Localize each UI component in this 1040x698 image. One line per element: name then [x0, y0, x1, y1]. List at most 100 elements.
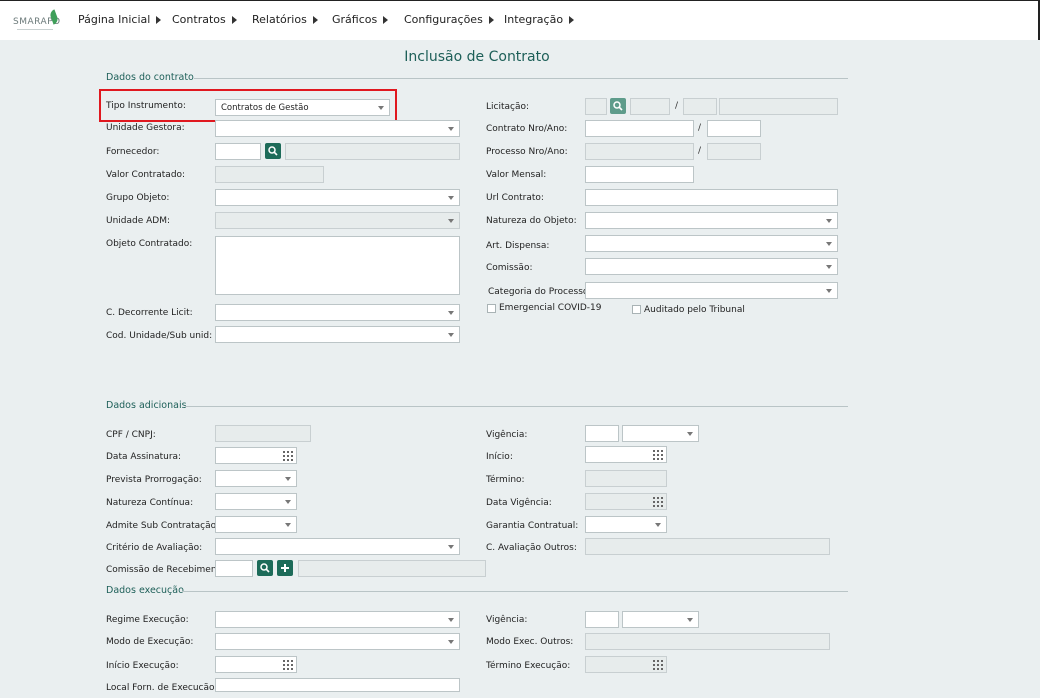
- label-auditado-tribunal: Auditado pelo Tribunal: [644, 305, 745, 315]
- calendar-icon: [653, 497, 663, 507]
- caret-right-icon: [488, 16, 494, 24]
- data-assinatura-input[interactable]: [215, 447, 297, 464]
- art-dispensa-select[interactable]: [585, 235, 838, 252]
- search-icon: [268, 146, 278, 156]
- label-termino: Término:: [486, 475, 525, 485]
- calendar-icon[interactable]: [283, 660, 293, 670]
- menu-label: Relatórios: [252, 13, 307, 26]
- emergencial-covid-checkbox[interactable]: [487, 304, 496, 313]
- comissao-recebimento-input[interactable]: [215, 560, 253, 577]
- licitacao-desc-field: [719, 98, 838, 115]
- modo-execucao-select[interactable]: [215, 633, 460, 650]
- label-unidade-adm: Unidade ADM:: [106, 216, 171, 226]
- label-modo-exec-outros: Modo Exec. Outros:: [486, 637, 574, 647]
- search-icon: [613, 101, 623, 111]
- criterio-avaliacao-select[interactable]: [215, 538, 460, 555]
- label-c-decorrente: C. Decorrente Licit:: [106, 308, 193, 318]
- comissao-add-button[interactable]: [277, 560, 293, 576]
- caret-right-icon: [231, 16, 237, 24]
- label-inicio: Início:: [486, 452, 513, 462]
- label-admite-sub: Admite Sub Contratação:: [106, 521, 220, 531]
- fornecedor-search-button[interactable]: [265, 143, 281, 159]
- label-criterio-avaliacao: Critério de Avaliação:: [106, 543, 203, 553]
- page-title: Inclusão de Contrato: [404, 49, 550, 65]
- licitacao-ano-field: [683, 98, 717, 115]
- auditado-tribunal-checkbox[interactable]: [632, 305, 641, 314]
- slash-separator: /: [698, 146, 702, 156]
- regime-execucao-select[interactable]: [215, 611, 460, 628]
- caret-right-icon: [156, 16, 162, 24]
- c-avaliacao-outros-field: [585, 538, 830, 555]
- label-prevista-prorrogacao: Prevista Prorrogação:: [106, 475, 202, 485]
- smarapd-logo[interactable]: SMARAPD: [13, 9, 61, 32]
- comissao-search-button[interactable]: [257, 560, 273, 576]
- licitacao-code-field: [585, 98, 607, 115]
- licitacao-numero-field: [630, 98, 670, 115]
- processo-ano-field: [707, 143, 761, 160]
- vigencia-execucao-unit-select[interactable]: [622, 611, 699, 628]
- natureza-objeto-select[interactable]: [585, 212, 838, 229]
- menu-configuracoes[interactable]: Configurações: [404, 13, 494, 29]
- licitacao-search-button[interactable]: [610, 98, 626, 114]
- slash-separator: /: [675, 101, 679, 111]
- objeto-contratado-textarea[interactable]: [215, 236, 460, 295]
- label-local-forn: Local Forn. de Execucão:: [106, 683, 218, 693]
- menu-graficos[interactable]: Gráficos: [332, 13, 389, 29]
- menu-pagina-inicial[interactable]: Página Inicial: [78, 13, 162, 29]
- menu-contratos[interactable]: Contratos: [172, 13, 237, 29]
- inicio-date-input[interactable]: [585, 446, 667, 463]
- valor-contratado-field: [215, 166, 324, 183]
- label-categoria-processo: Categoria do Processo:: [488, 287, 592, 297]
- url-contrato-input[interactable]: [585, 189, 838, 206]
- admite-sub-select[interactable]: [215, 516, 297, 533]
- label-url-contrato: Url Contrato:: [486, 193, 544, 203]
- vigencia-execucao-input[interactable]: [585, 611, 619, 628]
- label-emergencial-covid: Emergencial COVID-19: [499, 303, 602, 313]
- label-fornecedor: Fornecedor:: [106, 147, 160, 157]
- label-art-dispensa: Art. Dispensa:: [486, 241, 550, 251]
- contrato-nro-input[interactable]: [585, 120, 694, 137]
- unidade-adm-select[interactable]: [215, 212, 460, 229]
- calendar-icon[interactable]: [653, 450, 663, 460]
- menu-label: Gráficos: [332, 13, 378, 26]
- label-contrato-nro: Contrato Nro/Ano:: [486, 124, 568, 134]
- local-forn-input[interactable]: [215, 678, 460, 692]
- menu-integracao[interactable]: Integração: [504, 13, 575, 29]
- label-vigencia: Vigência:: [486, 430, 528, 440]
- label-termino-execucao: Término Execução:: [486, 661, 571, 671]
- label-objeto-contratado: Objeto Contratado:: [106, 239, 193, 249]
- label-comissao: Comissão:: [486, 263, 533, 273]
- search-icon: [260, 563, 270, 573]
- label-natureza-continua: Natureza Contínua:: [106, 498, 194, 508]
- label-unidade-gestora: Unidade Gestora:: [106, 123, 185, 133]
- menu-relatorios[interactable]: Relatórios: [252, 13, 318, 29]
- cod-unidade-select[interactable]: [215, 326, 460, 343]
- menu-label: Página Inicial: [78, 13, 151, 26]
- section-divider: [194, 78, 848, 79]
- comissao-name-field: [298, 560, 486, 577]
- garantia-contratual-select[interactable]: [585, 516, 667, 533]
- valor-mensal-input[interactable]: [585, 166, 694, 183]
- grupo-objeto-select[interactable]: [215, 189, 460, 206]
- natureza-continua-select[interactable]: [215, 493, 297, 510]
- menu-label: Integração: [504, 13, 564, 26]
- data-vigencia-field: [585, 493, 667, 510]
- contrato-ano-input[interactable]: [707, 120, 761, 137]
- label-valor-contratado: Valor Contratado:: [106, 170, 186, 180]
- vigencia-unit-select[interactable]: [622, 425, 699, 442]
- unidade-gestora-select[interactable]: [215, 120, 460, 137]
- highlight-box: [99, 89, 397, 122]
- label-inicio-execucao: Início Execução:: [106, 661, 179, 671]
- section-divider: [182, 591, 848, 592]
- inicio-execucao-input[interactable]: [215, 656, 297, 673]
- section-divider: [185, 406, 848, 407]
- c-decorrente-select[interactable]: [215, 304, 460, 321]
- label-modo-execucao: Modo de Execução:: [106, 637, 194, 647]
- categoria-processo-select[interactable]: [585, 282, 838, 299]
- label-data-assinatura: Data Assinatura:: [106, 452, 182, 462]
- prevista-prorrogacao-select[interactable]: [215, 470, 297, 487]
- calendar-icon[interactable]: [283, 451, 293, 461]
- fornecedor-code-input[interactable]: [215, 143, 261, 160]
- vigencia-input[interactable]: [585, 425, 619, 442]
- comissao-select[interactable]: [585, 258, 838, 275]
